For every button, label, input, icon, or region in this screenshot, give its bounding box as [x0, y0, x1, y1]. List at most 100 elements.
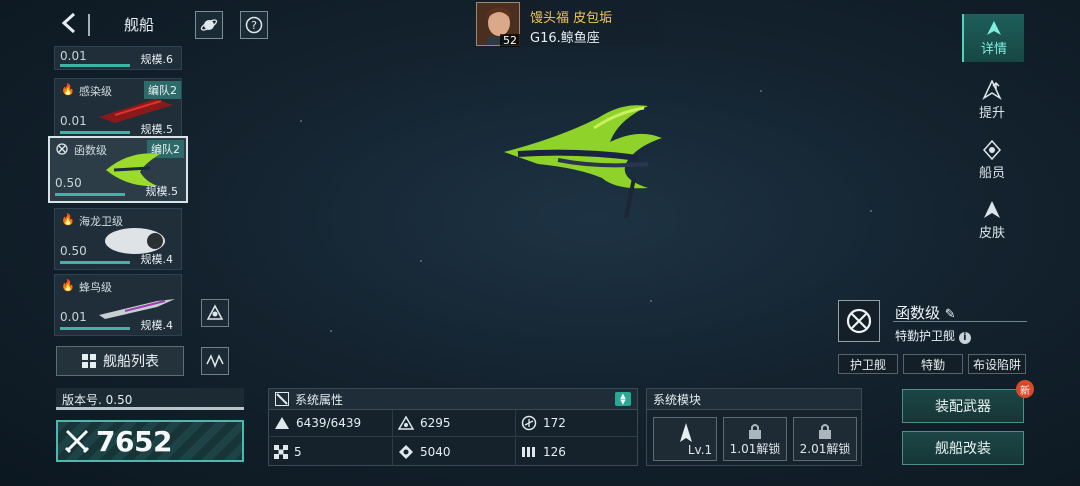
- skin-icon: [984, 200, 1000, 218]
- attr-hull: 6439/6439: [269, 410, 393, 437]
- ship-class-badge: [838, 300, 880, 342]
- tab-label: 详情: [980, 41, 1007, 57]
- ship-progress: [55, 193, 125, 196]
- attr-target: 5040: [393, 438, 516, 465]
- back-button[interactable]: [58, 12, 80, 36]
- page-title: 舰船: [124, 16, 155, 34]
- crossed-swords-icon: [64, 429, 90, 454]
- fire-icon: 🔥: [61, 83, 75, 96]
- ship-version: 0.50: [55, 176, 82, 190]
- module-label: 2.01解锁: [799, 442, 851, 456]
- fleet-filter-icon: [206, 304, 224, 320]
- ship-card[interactable]: 🔥 感染级 编队2 0.01 规模.5: [54, 78, 182, 140]
- ship-scale: 规模.5: [140, 123, 174, 136]
- shield-icon: [521, 415, 537, 431]
- ship-scale: 规模.4: [140, 253, 174, 266]
- grid-icon: [82, 354, 96, 368]
- ship-tag: 特勤: [903, 354, 963, 374]
- fire-icon: 🔥: [61, 279, 75, 292]
- ship-card[interactable]: 🔥 蜂鸟级 0.01 规模.4: [54, 274, 182, 336]
- attr-value: 6439/6439: [296, 416, 362, 430]
- lock-icon: [819, 424, 831, 439]
- planet-icon: [200, 19, 218, 31]
- attr-value: 126: [543, 444, 566, 459]
- ship-list-label: 舰船列表: [103, 354, 159, 370]
- tab-label: 皮肤: [978, 225, 1005, 241]
- tab-details[interactable]: 详情: [962, 14, 1024, 62]
- module-label: Lv.1: [687, 443, 713, 457]
- ship-progress: [60, 64, 130, 67]
- tab-upgrade[interactable]: 提升: [962, 72, 1022, 128]
- attr-value: 172: [543, 416, 566, 430]
- ship-name-title: 函数级 ✎: [895, 302, 956, 323]
- speed-icon: [522, 446, 535, 457]
- ship-card-selected[interactable]: 函数级 编队2 0.50 规模.5: [48, 136, 188, 203]
- ship-scale: 规模.5: [145, 185, 179, 198]
- armor-icon: [398, 416, 414, 430]
- ship-modify-button[interactable]: 舰船改装: [902, 431, 1024, 465]
- sort-button[interactable]: [201, 347, 229, 375]
- ship-scale: 规模.4: [140, 319, 174, 332]
- attr-armor: 6295: [393, 410, 516, 437]
- server-name: G16.鲸鱼座: [530, 31, 600, 46]
- attributes-icon: [275, 392, 289, 406]
- star: [760, 90, 762, 92]
- star: [650, 300, 652, 302]
- toggle-icon[interactable]: ▲ ▼: [615, 392, 631, 406]
- help-button[interactable]: ?: [240, 11, 268, 39]
- ship-tag: 护卫舰: [838, 354, 898, 374]
- info-icon[interactable]: i: [958, 332, 971, 344]
- tab-label: 提升: [978, 105, 1005, 121]
- upgrade-icon: [982, 79, 1002, 100]
- ship-card[interactable]: 🔥 海龙卫级 0.50 规模.4: [54, 208, 182, 270]
- ship-version: 0.01: [60, 310, 87, 324]
- planet-button[interactable]: [195, 11, 223, 39]
- tab-crew[interactable]: 船员: [962, 132, 1022, 188]
- star: [870, 210, 872, 212]
- ship-progress: [60, 131, 130, 134]
- attr-grid: 5: [269, 438, 393, 465]
- ship-list-button[interactable]: 舰船列表: [56, 346, 184, 376]
- panel-title: 系统模块: [653, 392, 702, 407]
- system-modules-panel: 系统模块 Lv.1 1.01解锁 2.01解锁: [646, 388, 862, 466]
- ship-icon: [987, 20, 1001, 35]
- lock-icon: [749, 424, 761, 439]
- svg-text:?: ?: [251, 19, 257, 32]
- module-slot-1[interactable]: Lv.1: [653, 417, 717, 461]
- ship-version: 0.50: [60, 244, 87, 258]
- ship-card[interactable]: 0.01 规模.6: [54, 46, 182, 70]
- attr-value: 6295: [420, 416, 451, 430]
- ship-scale: 规模.6: [140, 53, 174, 66]
- star: [300, 120, 302, 122]
- crosshair-icon: [846, 308, 872, 334]
- help-icon: ?: [245, 16, 263, 34]
- ship-progress: [60, 261, 130, 264]
- fire-icon: 🔥: [61, 213, 75, 226]
- divider: [88, 14, 90, 36]
- wave-icon: [206, 354, 224, 369]
- combat-power-value: 7652: [96, 424, 172, 458]
- attr-value: 5040: [420, 444, 451, 459]
- ship-tag: 布设陷阱: [968, 354, 1026, 374]
- combat-power: 7652: [56, 420, 244, 462]
- attr-speed: 126: [516, 438, 638, 465]
- filter-button[interactable]: [201, 299, 229, 327]
- ship-name-text: 函数级: [895, 304, 941, 322]
- equip-weapons-button[interactable]: 装配武器: [902, 389, 1024, 423]
- edit-icon[interactable]: ✎: [945, 307, 956, 322]
- chevron-left-icon: [61, 12, 76, 34]
- attr-value: 5: [294, 444, 302, 459]
- crosshair-icon: [56, 143, 68, 155]
- ship-model[interactable]: [498, 98, 668, 228]
- star: [330, 330, 332, 332]
- module-slot-3[interactable]: 2.01解锁: [793, 417, 857, 461]
- star: [420, 260, 422, 262]
- player-name: 馒头福 皮包垢: [530, 11, 613, 26]
- module-slot-2[interactable]: 1.01解锁: [723, 417, 787, 461]
- grid-icon: [274, 444, 288, 459]
- ship-type-text: 特勤护卫舰: [895, 329, 956, 343]
- tab-skin[interactable]: 皮肤: [962, 192, 1022, 248]
- module-label: 1.01解锁: [729, 442, 781, 456]
- panel-header: 系统属性 ▲ ▼: [269, 389, 637, 410]
- tab-label: 船员: [978, 165, 1005, 181]
